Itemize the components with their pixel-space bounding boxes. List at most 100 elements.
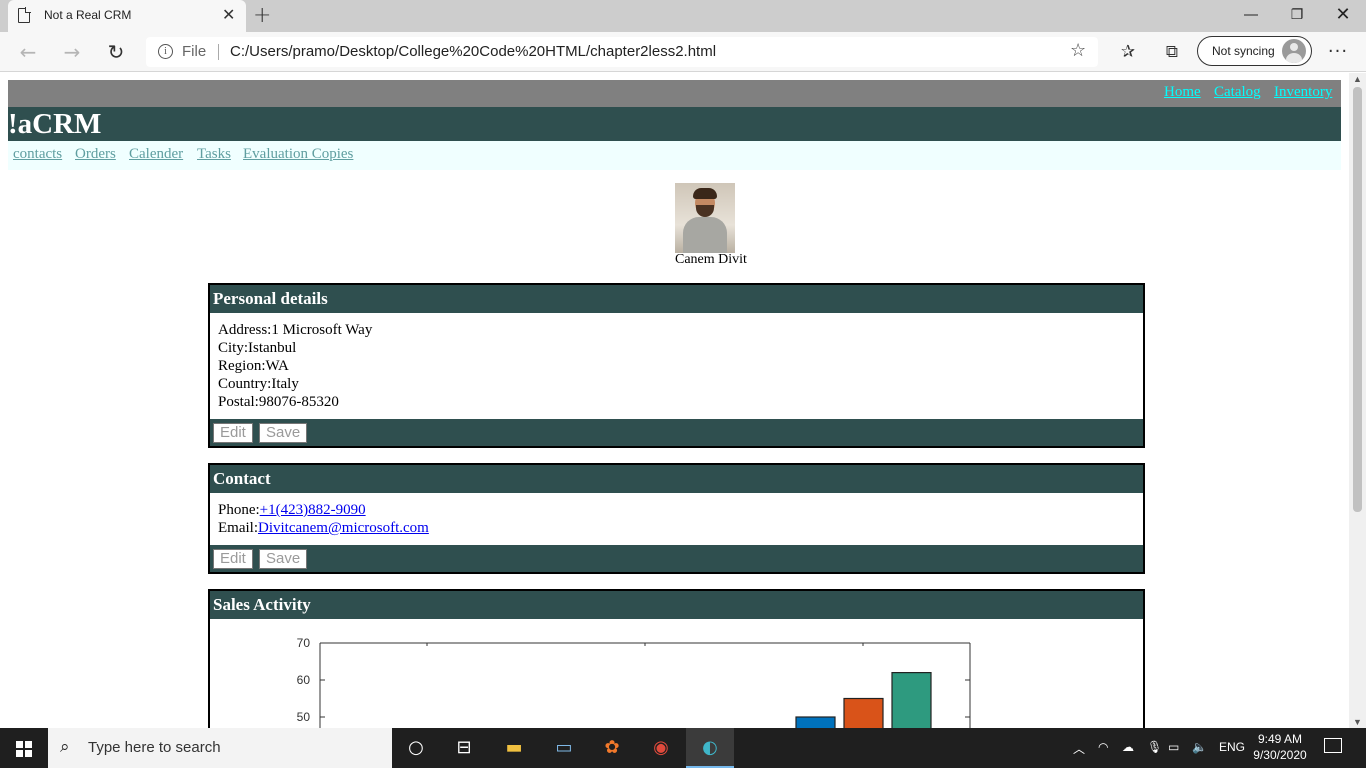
- personal-details-panel: Personal details Address:1 Microsoft Way…: [208, 283, 1145, 448]
- email-link[interactable]: Divitcanem@microsoft.com: [258, 520, 429, 536]
- page-scrollbar[interactable]: ▲ ▼: [1349, 73, 1366, 728]
- microphone-icon[interactable]: 🎙: [1147, 740, 1162, 754]
- new-tab-icon[interactable]: +: [253, 3, 271, 28]
- profile-name: Canem Divit: [675, 252, 747, 267]
- sub-nav-calender[interactable]: Calender: [129, 146, 183, 163]
- address-url[interactable]: C:/Users/pramo/Desktop/College%20Code%20…: [230, 43, 716, 60]
- edit-button[interactable]: Edit: [213, 423, 253, 443]
- cortana-icon[interactable]: ○: [392, 728, 440, 768]
- address-bar[interactable]: i File C:/Users/pramo/Desktop/College%20…: [146, 37, 1098, 67]
- panel-header: Contact: [210, 465, 1143, 493]
- panel-title: Sales Activity: [213, 595, 311, 614]
- close-tab-icon[interactable]: ✕: [222, 5, 235, 24]
- sales-chart: 70 60 50: [297, 636, 971, 728]
- address-line: Address:1 Microsoft Way: [218, 322, 373, 338]
- panel-body: Address:1 Microsoft Way City:Istanbul Re…: [210, 313, 1143, 419]
- browser-titlebar: Not a Real CRM ✕ + ― ❐ ✕: [0, 0, 1366, 32]
- city-line: City:Istanbul: [218, 340, 297, 356]
- nav-link-inventory[interactable]: Inventory: [1274, 84, 1332, 101]
- scroll-up-icon[interactable]: ▲: [1353, 74, 1362, 84]
- postal-line: Postal:98076-85320: [218, 394, 339, 410]
- windows-taskbar: ⌕ Type here to search ○ ⊟ ▬ ▭ ✿ ◉ ◐ ︿ ◠ …: [0, 728, 1366, 768]
- chart-y-tick-label: 50: [297, 710, 311, 724]
- forward-icon[interactable]: →: [60, 40, 84, 64]
- power-icon[interactable]: ▭: [1168, 740, 1179, 754]
- phone-link[interactable]: +1(423)882-9090: [260, 502, 366, 518]
- monitor-app-icon[interactable]: ▭: [540, 728, 588, 768]
- favorite-star-icon[interactable]: ☆: [1070, 40, 1086, 61]
- notifications-icon[interactable]: [1324, 738, 1342, 753]
- nav-link-catalog[interactable]: Catalog: [1214, 84, 1261, 101]
- panel-header: Personal details: [210, 285, 1143, 313]
- wifi-icon[interactable]: ◠: [1098, 740, 1108, 754]
- sub-nav-orders[interactable]: Orders: [75, 146, 116, 163]
- refresh-icon[interactable]: ↻: [104, 40, 128, 64]
- panel-title: Personal details: [213, 289, 328, 308]
- address-scheme: File: [182, 43, 207, 60]
- sub-nav-tasks[interactable]: Tasks: [197, 146, 231, 163]
- show-hidden-icons-icon[interactable]: ︿: [1073, 740, 1085, 757]
- save-button[interactable]: Save: [259, 423, 308, 443]
- minimize-icon[interactable]: ―: [1228, 0, 1274, 30]
- collections-icon[interactable]: ⧉: [1160, 40, 1184, 64]
- edit-button[interactable]: Edit: [213, 549, 253, 569]
- close-window-icon[interactable]: ✕: [1320, 0, 1366, 30]
- clock[interactable]: 9:49 AM 9/30/2020: [1248, 731, 1312, 763]
- phone-label: Phone:: [218, 502, 260, 518]
- brand-header: !aCRM: [8, 107, 1341, 141]
- back-icon[interactable]: ←: [16, 40, 40, 64]
- clock-time: 9:49 AM: [1257, 732, 1303, 746]
- panel-footer: Edit Save: [210, 419, 1143, 446]
- chart-y-tick-label: 70: [297, 636, 311, 650]
- nav-link-home[interactable]: Home: [1164, 84, 1201, 101]
- panel-title: Contact: [213, 469, 271, 488]
- panel-header: Sales Activity: [210, 591, 1143, 619]
- top-nav: Home Catalog Inventory: [8, 80, 1341, 107]
- language-indicator[interactable]: ENG: [1219, 740, 1245, 754]
- page-icon: [18, 7, 31, 23]
- windows-start-icon[interactable]: [0, 728, 48, 768]
- info-icon[interactable]: i: [158, 44, 173, 59]
- search-icon: ⌕: [60, 737, 70, 757]
- chrome-icon[interactable]: ◉: [637, 728, 685, 768]
- profile-sync-button[interactable]: Not syncing: [1197, 36, 1312, 66]
- file-explorer-icon[interactable]: ▬: [490, 728, 538, 768]
- address-divider: [218, 44, 219, 60]
- chart-bar: [891, 671, 932, 728]
- panel-footer: Edit Save: [210, 545, 1143, 572]
- xampp-icon[interactable]: ✿: [588, 728, 636, 768]
- sales-activity-panel: Sales Activity 70 60 50: [208, 589, 1145, 728]
- restore-icon[interactable]: ❐: [1274, 0, 1320, 30]
- search-placeholder: Type here to search: [88, 739, 221, 756]
- sub-nav-contacts[interactable]: contacts: [13, 146, 62, 163]
- brand-title: !aCRM: [8, 108, 102, 140]
- scroll-thumb[interactable]: [1353, 87, 1362, 512]
- favorites-icon[interactable]: ✰: [1116, 40, 1140, 64]
- email-label: Email:: [218, 520, 258, 536]
- save-button[interactable]: Save: [259, 549, 308, 569]
- contact-panel: Contact Phone:+1(423)882-9090 Email:Divi…: [208, 463, 1145, 574]
- chart-bar: [843, 697, 884, 728]
- sync-label: Not syncing: [1212, 44, 1275, 58]
- scroll-down-icon[interactable]: ▼: [1353, 717, 1362, 727]
- chart-bar: [795, 716, 836, 728]
- edge-icon[interactable]: ◐: [686, 728, 734, 768]
- cloud-icon[interactable]: ☁: [1122, 740, 1134, 754]
- volume-icon[interactable]: 🔈: [1192, 740, 1207, 754]
- email-line: Email:Divitcanem@microsoft.com: [218, 519, 1135, 537]
- page-viewport: Home Catalog Inventory !aCRM contacts Or…: [0, 73, 1366, 728]
- task-view-icon[interactable]: ⊟: [440, 728, 488, 768]
- clock-date: 9/30/2020: [1253, 748, 1307, 762]
- chart-y-tick-label: 60: [297, 673, 311, 687]
- sub-nav-evaluation-copies[interactable]: Evaluation Copies: [243, 146, 353, 163]
- panel-body: Phone:+1(423)882-9090 Email:Divitcanem@m…: [210, 493, 1143, 545]
- browser-tab[interactable]: Not a Real CRM ✕: [8, 0, 246, 32]
- region-line: Region:WA: [218, 358, 289, 374]
- profile-avatar-icon: [1282, 39, 1306, 63]
- phone-line: Phone:+1(423)882-9090: [218, 501, 1135, 519]
- sub-nav: contacts Orders Calender Tasks Evaluatio…: [8, 141, 1341, 170]
- browser-toolbar: ← → ↻ i File C:/Users/pramo/Desktop/Coll…: [0, 32, 1366, 72]
- taskbar-search-box[interactable]: ⌕ Type here to search: [48, 728, 392, 768]
- profile-photo: [675, 183, 735, 253]
- more-menu-icon[interactable]: ···: [1326, 40, 1350, 64]
